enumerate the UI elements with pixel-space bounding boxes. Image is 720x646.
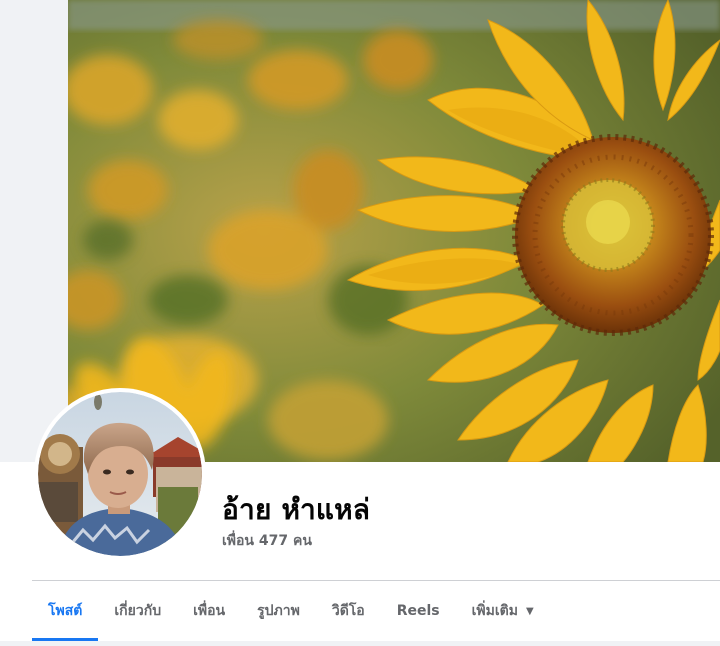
- tab-more[interactable]: เพิ่มเติม ▼: [456, 581, 550, 641]
- profile-name: อ้าย หำแหล่: [222, 493, 371, 526]
- tab-label: เกี่ยวกับ: [114, 603, 162, 619]
- tab-about[interactable]: เกี่ยวกับ: [98, 581, 177, 641]
- tab-photos[interactable]: รูปภาพ: [241, 581, 316, 641]
- tab-label: วิดีโอ: [331, 603, 365, 619]
- tab-label: Reels: [396, 603, 440, 619]
- caret-down-icon: ▼: [525, 605, 534, 617]
- tab-posts[interactable]: โพสต์: [32, 581, 99, 641]
- tab-label: เพื่อน: [193, 603, 226, 619]
- tab-label: เพิ่มเติม: [471, 603, 518, 619]
- sunflower-cover-image: [68, 0, 720, 462]
- tab-label: รูปภาพ: [257, 603, 300, 619]
- cover-photo[interactable]: [68, 0, 720, 462]
- profile-page: อ้าย หำแหล่ เพื่อน 477 คน โพสต์ เกี่ยวกั…: [0, 0, 720, 646]
- friends-count[interactable]: เพื่อน 477 คน: [222, 530, 312, 552]
- tab-label: โพสต์: [48, 603, 83, 619]
- profile-avatar[interactable]: [34, 388, 206, 560]
- tab-videos[interactable]: วิดีโอ: [316, 581, 381, 641]
- avatar-photo: [38, 392, 202, 556]
- tab-friends[interactable]: เพื่อน: [177, 581, 241, 641]
- profile-tabs: โพสต์ เกี่ยวกับ เพื่อน รูปภาพ วิดีโอ Ree…: [32, 581, 550, 641]
- left-background: [0, 0, 68, 462]
- bottom-background: [0, 641, 720, 646]
- tab-reels[interactable]: Reels: [381, 581, 456, 641]
